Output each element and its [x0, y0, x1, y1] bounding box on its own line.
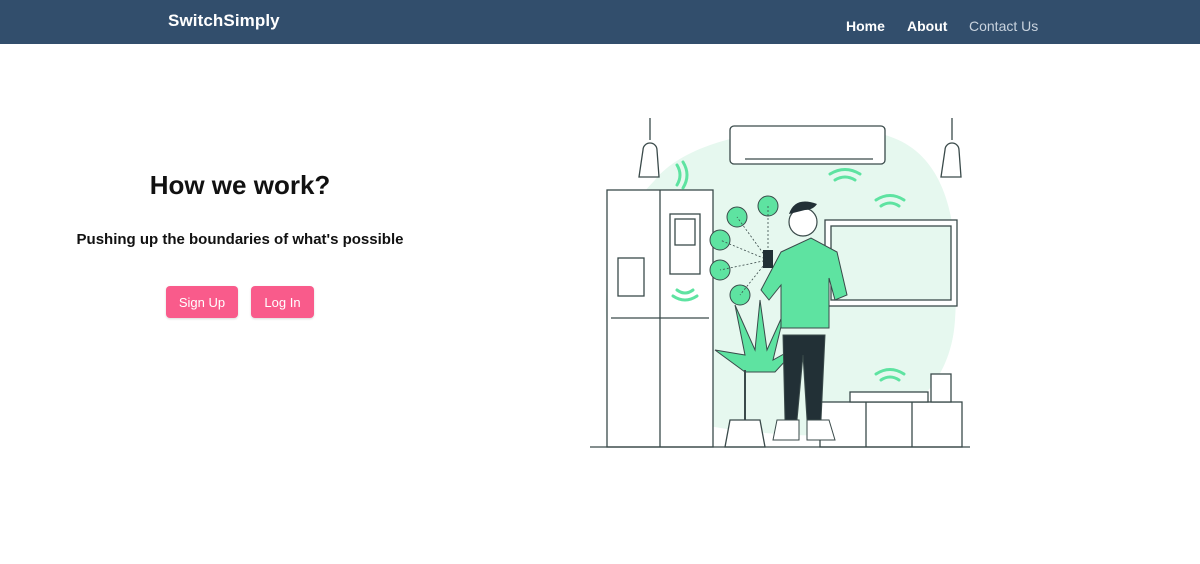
air-conditioner-icon [729, 125, 886, 165]
nav-home-link[interactable]: Home [846, 18, 885, 34]
login-button[interactable]: Log In [251, 286, 314, 318]
signup-button[interactable]: Sign Up [166, 286, 238, 318]
fridge-icon [606, 189, 714, 448]
hero-subtitle: Pushing up the boundaries of what's poss… [76, 231, 404, 248]
hero-title: How we work? [149, 170, 331, 200]
smart-home-illustration [590, 118, 970, 448]
nav-contact-link[interactable]: Contact Us [969, 18, 1038, 34]
navbar: SwitchSimply Home About Contact Us [0, 0, 1200, 44]
nav-about-link[interactable]: About [907, 18, 947, 34]
brand-logo[interactable]: SwitchSimply [168, 11, 280, 31]
